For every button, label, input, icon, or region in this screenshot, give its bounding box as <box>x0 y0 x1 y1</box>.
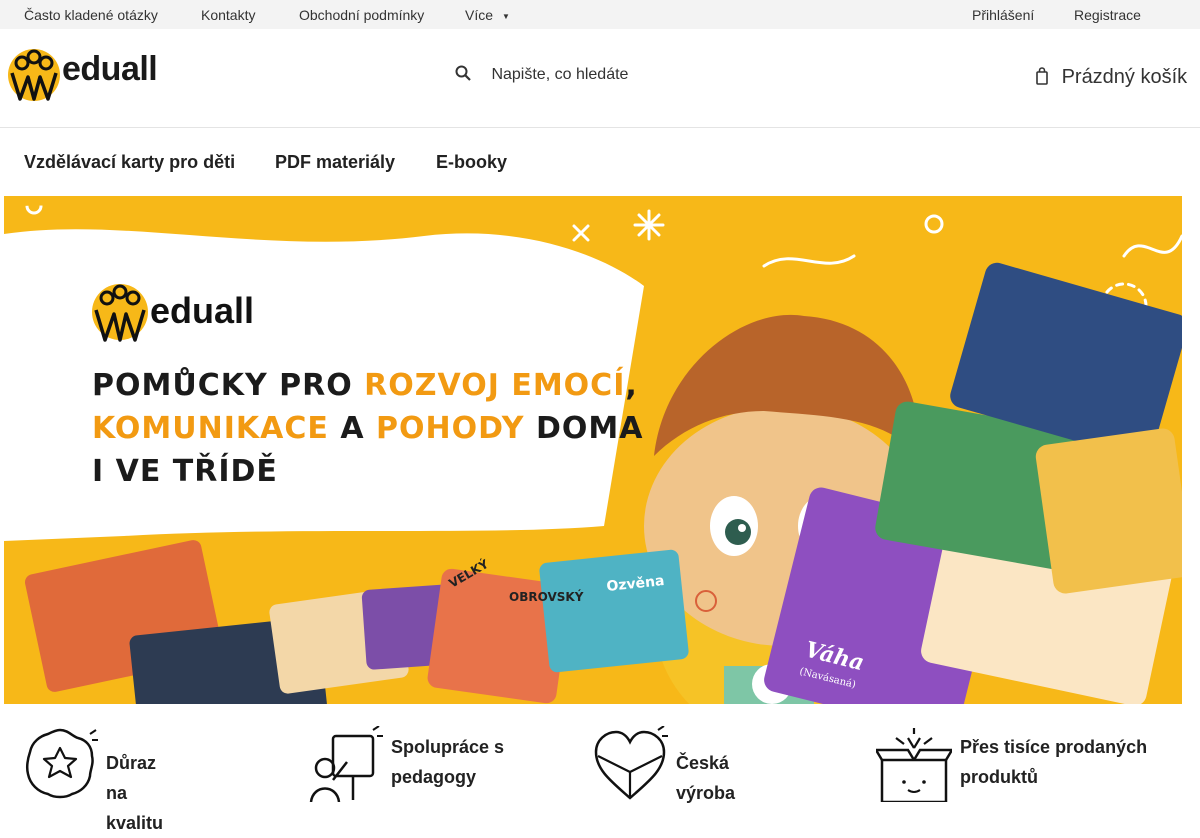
hero-illustration: VELKÝ OBROVSKÝ Ozvěna Váha (Navásaná) <box>4 197 1182 704</box>
link-faq[interactable]: Často kladené otázky <box>24 7 158 23</box>
hero-line-1-part-c: , <box>625 368 638 403</box>
search-box[interactable]: Napište, co hledáte <box>455 65 628 84</box>
site-logo[interactable]: eduall <box>4 47 164 103</box>
teacher-board-icon <box>309 726 383 802</box>
hero-logo: eduall <box>90 280 290 350</box>
search-input[interactable]: Napište, co hledáte <box>491 66 628 83</box>
login-link[interactable]: Přihlášení <box>972 7 1034 23</box>
nav-item-ebooks[interactable]: E-booky <box>436 152 507 173</box>
hero-banner[interactable]: VELKÝ OBROVSKÝ Ozvěna Váha (Navásaná) ed… <box>4 196 1182 704</box>
logo-mark-icon <box>8 49 60 101</box>
heart-flag-icon <box>594 726 668 800</box>
cart-icon <box>1036 67 1048 85</box>
hero-logo-mark-icon <box>92 284 148 342</box>
link-terms[interactable]: Obchodní podmínky <box>299 7 424 23</box>
main-nav: Vzdělávací karty pro děti PDF materiály … <box>0 128 1200 196</box>
register-link[interactable]: Registrace <box>1074 7 1141 23</box>
card-word-obrovsky: OBROVSKÝ <box>509 589 584 604</box>
feature-quality-label: Důraz na kvalitu <box>106 753 164 833</box>
feature-sold-products-label: Přes tisíce prodaných produktů <box>960 737 1148 787</box>
hero-headline-line-3: I VE TŘÍDĚ <box>92 454 278 489</box>
logo-wordmark: eduall <box>62 50 158 88</box>
site-header: eduall Napište, co hledáte Prázdný košík <box>0 29 1200 128</box>
hero-headline-line-1: POMŮCKY PRO ROZVOJ EMOCÍ, <box>92 368 638 403</box>
hero-logo-wordmark: eduall <box>150 290 255 331</box>
link-more-label: Více <box>465 7 494 23</box>
link-contacts[interactable]: Kontakty <box>201 7 255 23</box>
features-row: Důraz na kvalitu Spolupráce s pedagogy Č… <box>0 704 1200 833</box>
quality-badge-icon <box>25 728 98 799</box>
cart-button[interactable]: Prázdný košík <box>1036 66 1187 89</box>
search-icon <box>455 65 471 81</box>
hero-line-1-part-b: ROZVOJ EMOCÍ <box>364 368 626 403</box>
hero-line-2-part-b: A <box>328 411 376 446</box>
top-bar: Často kladené otázky Kontakty Obchodní p… <box>0 0 1200 29</box>
link-more[interactable]: Více ▼ <box>465 7 510 23</box>
feature-czech-made-label: Česká výroba <box>676 753 736 803</box>
hero-line-2-part-c: POHODY <box>375 411 525 446</box>
hero-line-1-part-a: POMŮCKY PRO <box>92 368 365 403</box>
feature-teachers-label: Spolupráce s pedagogy <box>391 737 505 787</box>
nav-item-cards[interactable]: Vzdělávací karty pro děti <box>24 152 235 173</box>
hero-headline-line-2: KOMUNIKACE A POHODY DOMA <box>92 411 643 446</box>
chevron-down-icon: ▼ <box>502 11 510 21</box>
hero-line-2-part-d: DOMA <box>524 411 644 446</box>
brush-stroke-underline <box>4 196 364 208</box>
nav-item-pdf[interactable]: PDF materiály <box>275 152 395 173</box>
cart-label: Prázdný košík <box>1061 66 1188 88</box>
gift-box-icon <box>876 728 952 802</box>
hero-line-2-part-a: KOMUNIKACE <box>92 411 329 446</box>
